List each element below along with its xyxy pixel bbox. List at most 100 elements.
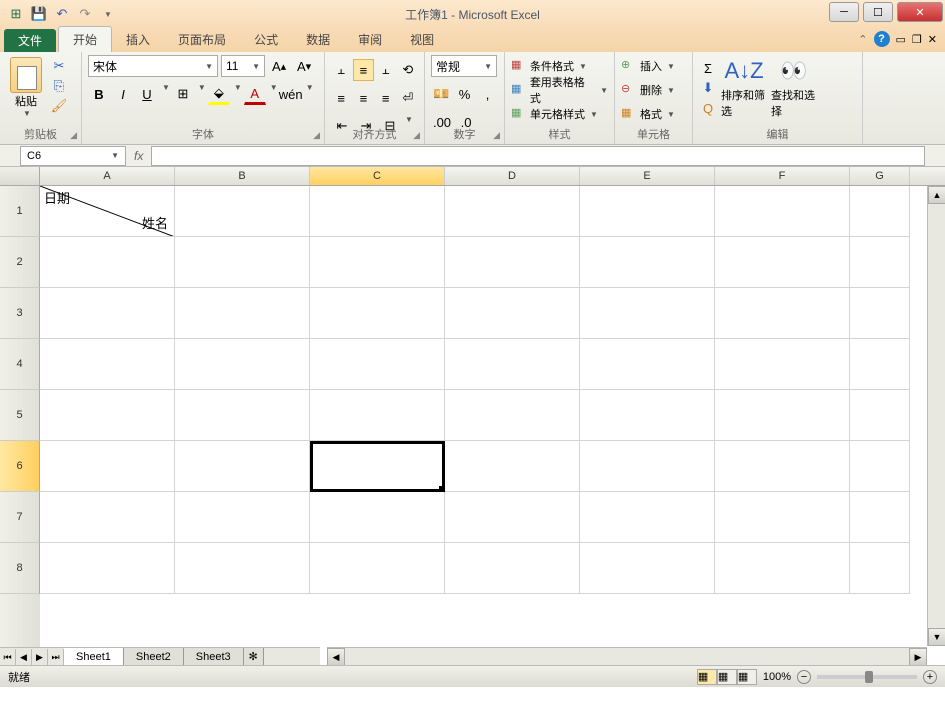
cell-f6[interactable] — [715, 441, 850, 492]
zoom-thumb[interactable] — [865, 671, 873, 683]
delete-button[interactable]: ⊖ 删除 ▼ — [621, 79, 686, 101]
col-header-f[interactable]: F — [715, 167, 850, 185]
select-all-corner[interactable] — [0, 167, 40, 185]
qat-dropdown-icon[interactable]: ▼ — [98, 4, 118, 24]
col-header-e[interactable]: E — [580, 167, 715, 185]
cell-e6[interactable] — [580, 441, 715, 492]
minimize-button[interactable]: ─ — [829, 2, 859, 22]
cell-b2[interactable] — [175, 237, 310, 288]
border-button[interactable]: ⊞ — [172, 83, 194, 105]
format-button[interactable]: ▦ 格式 ▼ — [621, 103, 686, 125]
copy-icon[interactable]: ⎘ — [50, 77, 68, 95]
cell-d6[interactable] — [445, 441, 580, 492]
cell-f7[interactable] — [715, 492, 850, 543]
fx-icon[interactable]: fx — [134, 149, 143, 163]
window-close-icon[interactable]: ✕ — [928, 33, 937, 46]
row-header-1[interactable]: 1 — [0, 186, 40, 237]
italic-button[interactable]: I — [112, 83, 134, 105]
col-header-a[interactable]: A — [40, 167, 175, 185]
cell-a3[interactable] — [40, 288, 175, 339]
cell-d5[interactable] — [445, 390, 580, 441]
border-dropdown-icon[interactable]: ▼ — [198, 83, 206, 105]
cell-g1[interactable] — [850, 186, 910, 237]
align-middle-icon[interactable]: ≡ — [353, 59, 373, 81]
col-header-c[interactable]: C — [310, 167, 445, 185]
alignment-launcher-icon[interactable]: ◢ — [413, 130, 420, 141]
font-color-button[interactable]: A — [244, 83, 266, 105]
tab-view[interactable]: 视图 — [396, 27, 448, 52]
tab-formulas[interactable]: 公式 — [240, 27, 292, 52]
table-format-button[interactable]: ▦ 套用表格格式 ▼ — [511, 79, 608, 101]
new-sheet-icon[interactable]: ✻ — [244, 648, 264, 666]
underline-dropdown-icon[interactable]: ▼ — [162, 83, 170, 105]
sheet-nav-first-icon[interactable]: ⏮ — [0, 649, 16, 665]
page-break-view-icon[interactable]: ▦ — [737, 669, 757, 685]
orientation-icon[interactable]: ⟲ — [398, 59, 418, 81]
tab-layout[interactable]: 页面布局 — [164, 27, 240, 52]
cell-d3[interactable] — [445, 288, 580, 339]
sheet-tab-3[interactable]: Sheet3 — [184, 648, 244, 666]
cut-icon[interactable]: ✂ — [50, 57, 68, 75]
cell-g5[interactable] — [850, 390, 910, 441]
cell-c7[interactable] — [310, 492, 445, 543]
maximize-button[interactable]: ☐ — [863, 2, 893, 22]
cell-g3[interactable] — [850, 288, 910, 339]
tab-review[interactable]: 审阅 — [344, 27, 396, 52]
row-header-4[interactable]: 4 — [0, 339, 40, 390]
cell-e3[interactable] — [580, 288, 715, 339]
font-launcher-icon[interactable]: ◢ — [313, 130, 320, 141]
vertical-scrollbar[interactable]: ▲ ▼ — [927, 186, 945, 646]
row-header-6[interactable]: 6 — [0, 441, 40, 492]
horizontal-scrollbar[interactable]: ◀ ▶ — [327, 647, 927, 665]
row-header-3[interactable]: 3 — [0, 288, 40, 339]
tab-file[interactable]: 文件 — [4, 29, 56, 52]
cell-e1[interactable] — [580, 186, 715, 237]
font-size-combo[interactable]: 11 ▼ — [221, 55, 265, 77]
tab-insert[interactable]: 插入 — [112, 27, 164, 52]
cell-c6[interactable] — [310, 441, 445, 492]
fill-dropdown-icon[interactable]: ▼ — [234, 83, 242, 105]
cell-b1[interactable] — [175, 186, 310, 237]
col-header-b[interactable]: B — [175, 167, 310, 185]
wrap-text-icon[interactable]: ⏎ — [398, 87, 418, 109]
autosum-icon[interactable]: Σ — [699, 59, 717, 77]
sheet-nav-next-icon[interactable]: ▶ — [32, 649, 48, 665]
sheet-tab-1[interactable]: Sheet1 — [64, 648, 124, 666]
align-top-icon[interactable]: ⫠ — [331, 59, 351, 81]
zoom-out-icon[interactable]: − — [797, 670, 811, 684]
decrease-font-icon[interactable]: A▾ — [293, 55, 315, 77]
undo-icon[interactable]: ↶ — [52, 4, 72, 24]
cell-style-button[interactable]: ▦ 单元格样式 ▼ — [511, 103, 608, 125]
insert-button[interactable]: ⊕ 插入 ▼ — [621, 55, 686, 77]
cell-g6[interactable] — [850, 441, 910, 492]
cell-g8[interactable] — [850, 543, 910, 594]
align-center-icon[interactable]: ≡ — [353, 87, 373, 109]
align-left-icon[interactable]: ≡ — [331, 87, 351, 109]
redo-icon[interactable]: ↷ — [75, 4, 95, 24]
cell-a8[interactable] — [40, 543, 175, 594]
scroll-right-icon[interactable]: ▶ — [909, 648, 927, 665]
zoom-slider[interactable] — [817, 675, 917, 679]
cell-f2[interactable] — [715, 237, 850, 288]
zoom-in-icon[interactable]: + — [923, 670, 937, 684]
sheet-nav-prev-icon[interactable]: ◀ — [16, 649, 32, 665]
window-restore-icon[interactable]: ❐ — [912, 33, 922, 46]
formula-input[interactable] — [151, 146, 925, 166]
cell-g7[interactable] — [850, 492, 910, 543]
ribbon-minimize-icon[interactable]: ⌃ — [858, 33, 867, 46]
cell-c8[interactable] — [310, 543, 445, 594]
cell-d4[interactable] — [445, 339, 580, 390]
cell-f5[interactable] — [715, 390, 850, 441]
cell-c1[interactable] — [310, 186, 445, 237]
cell-a5[interactable] — [40, 390, 175, 441]
number-format-combo[interactable]: 常规 ▼ — [431, 55, 497, 77]
name-box[interactable]: C6 ▼ — [20, 146, 126, 166]
scroll-up-icon[interactable]: ▲ — [928, 186, 945, 204]
paste-dropdown-icon[interactable]: ▼ — [23, 109, 31, 118]
sort-filter-button[interactable]: A↓Z 排序和筛选 — [721, 55, 767, 127]
tab-home[interactable]: 开始 — [58, 26, 112, 52]
cell-b8[interactable] — [175, 543, 310, 594]
col-header-d[interactable]: D — [445, 167, 580, 185]
row-header-8[interactable]: 8 — [0, 543, 40, 594]
cell-f8[interactable] — [715, 543, 850, 594]
